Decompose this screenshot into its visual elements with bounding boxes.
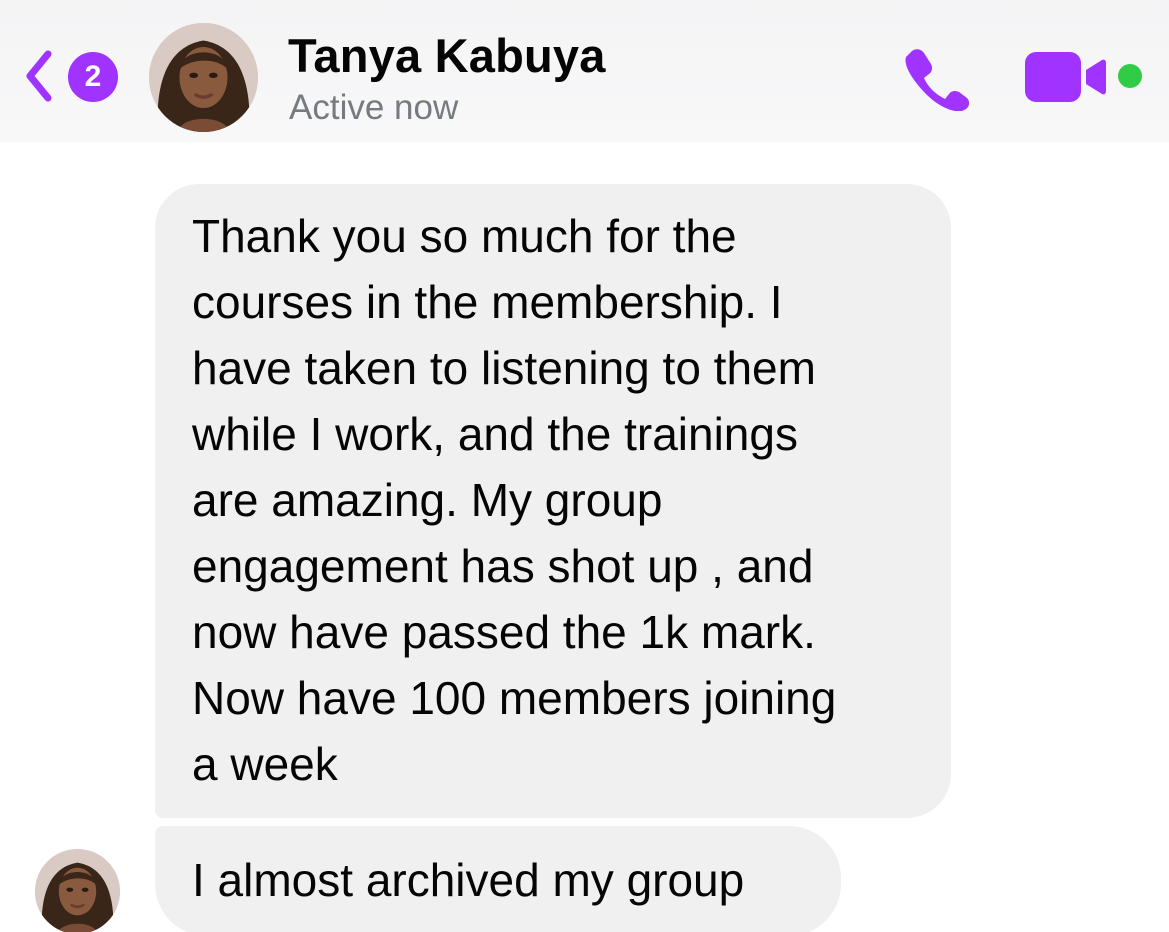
online-status-dot [1118,64,1142,88]
message-bubble[interactable]: I almost archived my group [155,826,841,932]
call-button[interactable] [900,45,970,111]
video-camera-icon [1025,52,1106,102]
message-bubble[interactable]: Thank you so much for the courses in the… [155,184,951,818]
chevron-left-icon [26,50,52,102]
chat-header: 2 Tanya Kabuya Active now [0,0,1169,142]
contact-status: Active now [289,88,459,127]
video-call-button[interactable] [1022,49,1112,105]
back-button[interactable]: 2 [24,46,124,106]
sender-avatar[interactable] [35,849,120,932]
contact-name[interactable]: Tanya Kabuya [288,28,606,83]
contact-avatar[interactable] [149,23,258,132]
avatar-photo-icon [35,849,120,932]
avatar-photo-icon [149,23,258,132]
unread-count-badge: 2 [68,52,118,102]
chat-screen: 2 Tanya Kabuya Active now Thank you so m… [0,0,1169,932]
phone-icon [905,49,970,111]
